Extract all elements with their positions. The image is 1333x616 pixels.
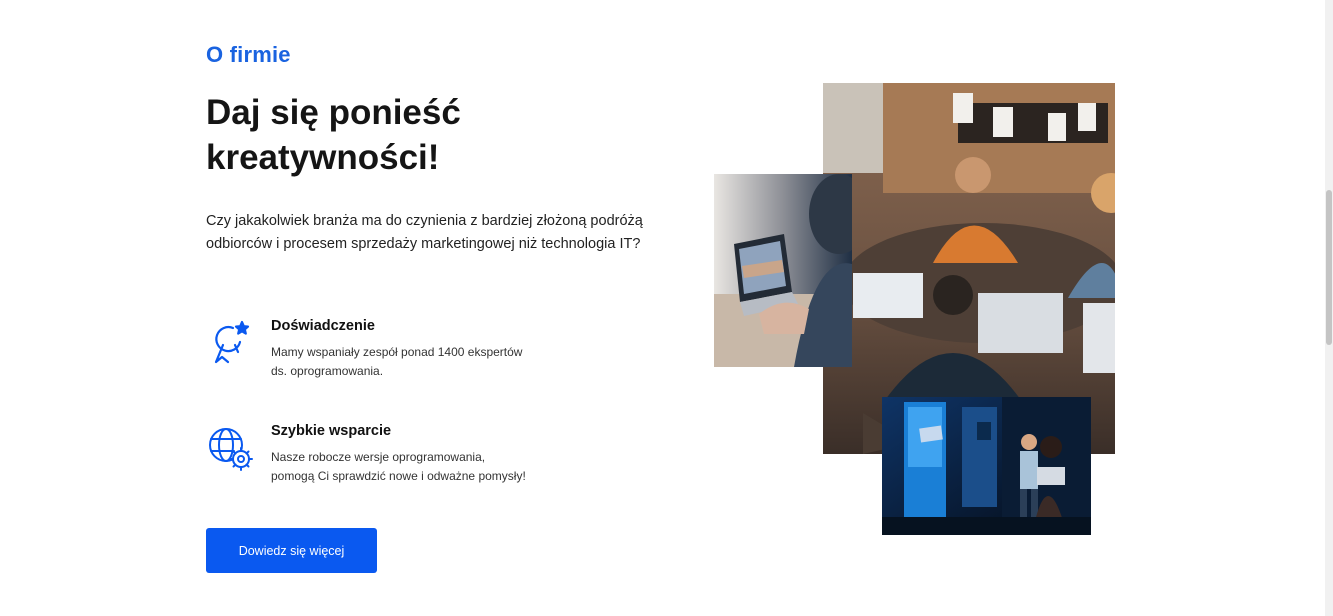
scrollbar-thumb[interactable]: [1326, 190, 1332, 345]
feature-description: Nasze robocze wersje oprogramowania, pom…: [271, 450, 526, 483]
photo-presentation: [882, 397, 1091, 535]
learn-more-button[interactable]: Dowiedz się więcej: [206, 528, 377, 573]
award-medal-icon: [214, 320, 250, 364]
feature-description: Mamy wspaniały zespół ponad 1400 ekspert…: [271, 345, 523, 378]
section-label: O firmie: [206, 42, 291, 67]
heading-line-1: Daj się ponieść: [206, 93, 461, 132]
feature-title: Doświadczenie: [271, 318, 375, 334]
section-heading: Daj się ponieść kreatywności!: [206, 90, 666, 180]
intro-paragraph: Czy jakakolwiek branża ma do czynienia z…: [206, 213, 643, 252]
photo-laptop-user: [714, 174, 852, 367]
page-scrollbar[interactable]: [1325, 0, 1333, 616]
feature-title: Szybkie wsparcie: [271, 423, 392, 439]
heading-line-2: kreatywności!: [206, 138, 440, 177]
globe-gear-icon: [209, 428, 253, 471]
